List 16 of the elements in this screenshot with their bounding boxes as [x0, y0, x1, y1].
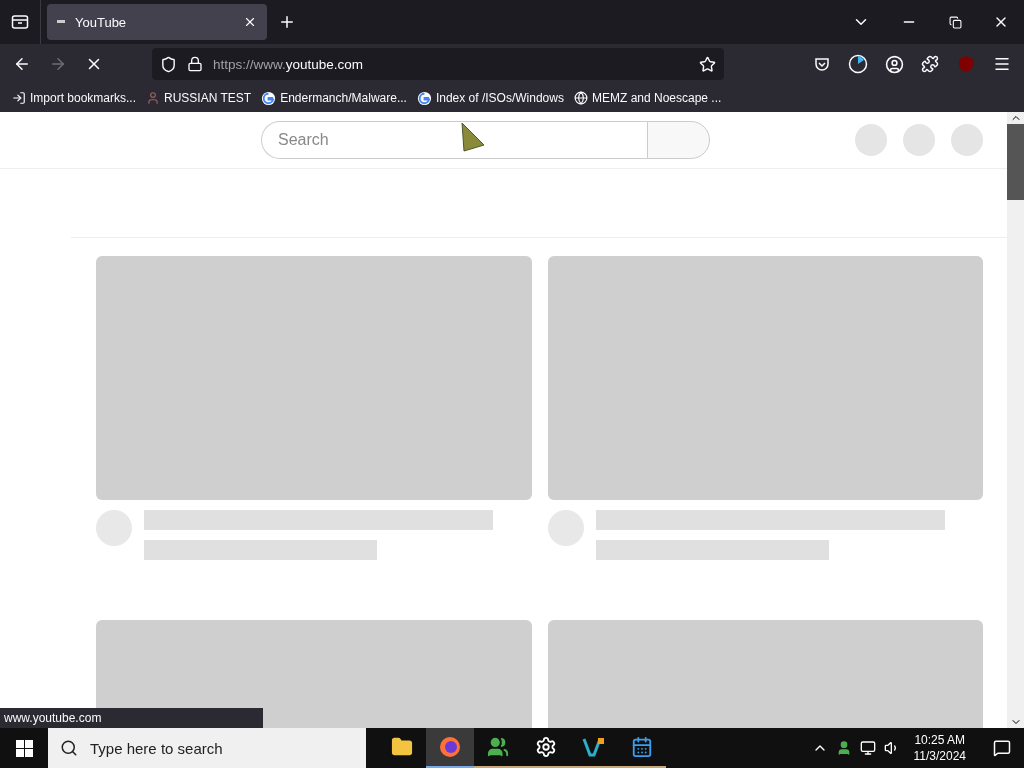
date-text: 11/3/2024 — [913, 748, 966, 764]
address-bar[interactable]: https://www.youtube.com — [152, 48, 724, 80]
browser-tab[interactable]: YouTube — [47, 4, 267, 40]
bookmark-link[interactable]: Endermanch/Malware... — [280, 91, 407, 105]
bookmark-link[interactable]: RUSSIAN TEST — [164, 91, 252, 105]
url-text: https://www.youtube.com — [213, 56, 365, 72]
bookmark-link[interactable]: MEMZ and Noescape ... — [591, 91, 722, 105]
bookmark-link[interactable]: Index of /ISOs/Windows — [435, 91, 564, 105]
clock[interactable]: 10:25 AM 11/3/2024 — [907, 732, 972, 764]
bookmark-link[interactable]: Import bookmarks... — [30, 91, 137, 105]
search-field[interactable]: Search — [261, 121, 647, 159]
search-placeholder: Type here to search — [90, 739, 223, 757]
taskbar-search-field[interactable]: Type here to search — [48, 728, 366, 768]
tab-title: YouTube — [75, 14, 128, 30]
time-text: 10:25 AM — [914, 732, 966, 748]
status-url: www.youtube.com — [4, 711, 102, 725]
